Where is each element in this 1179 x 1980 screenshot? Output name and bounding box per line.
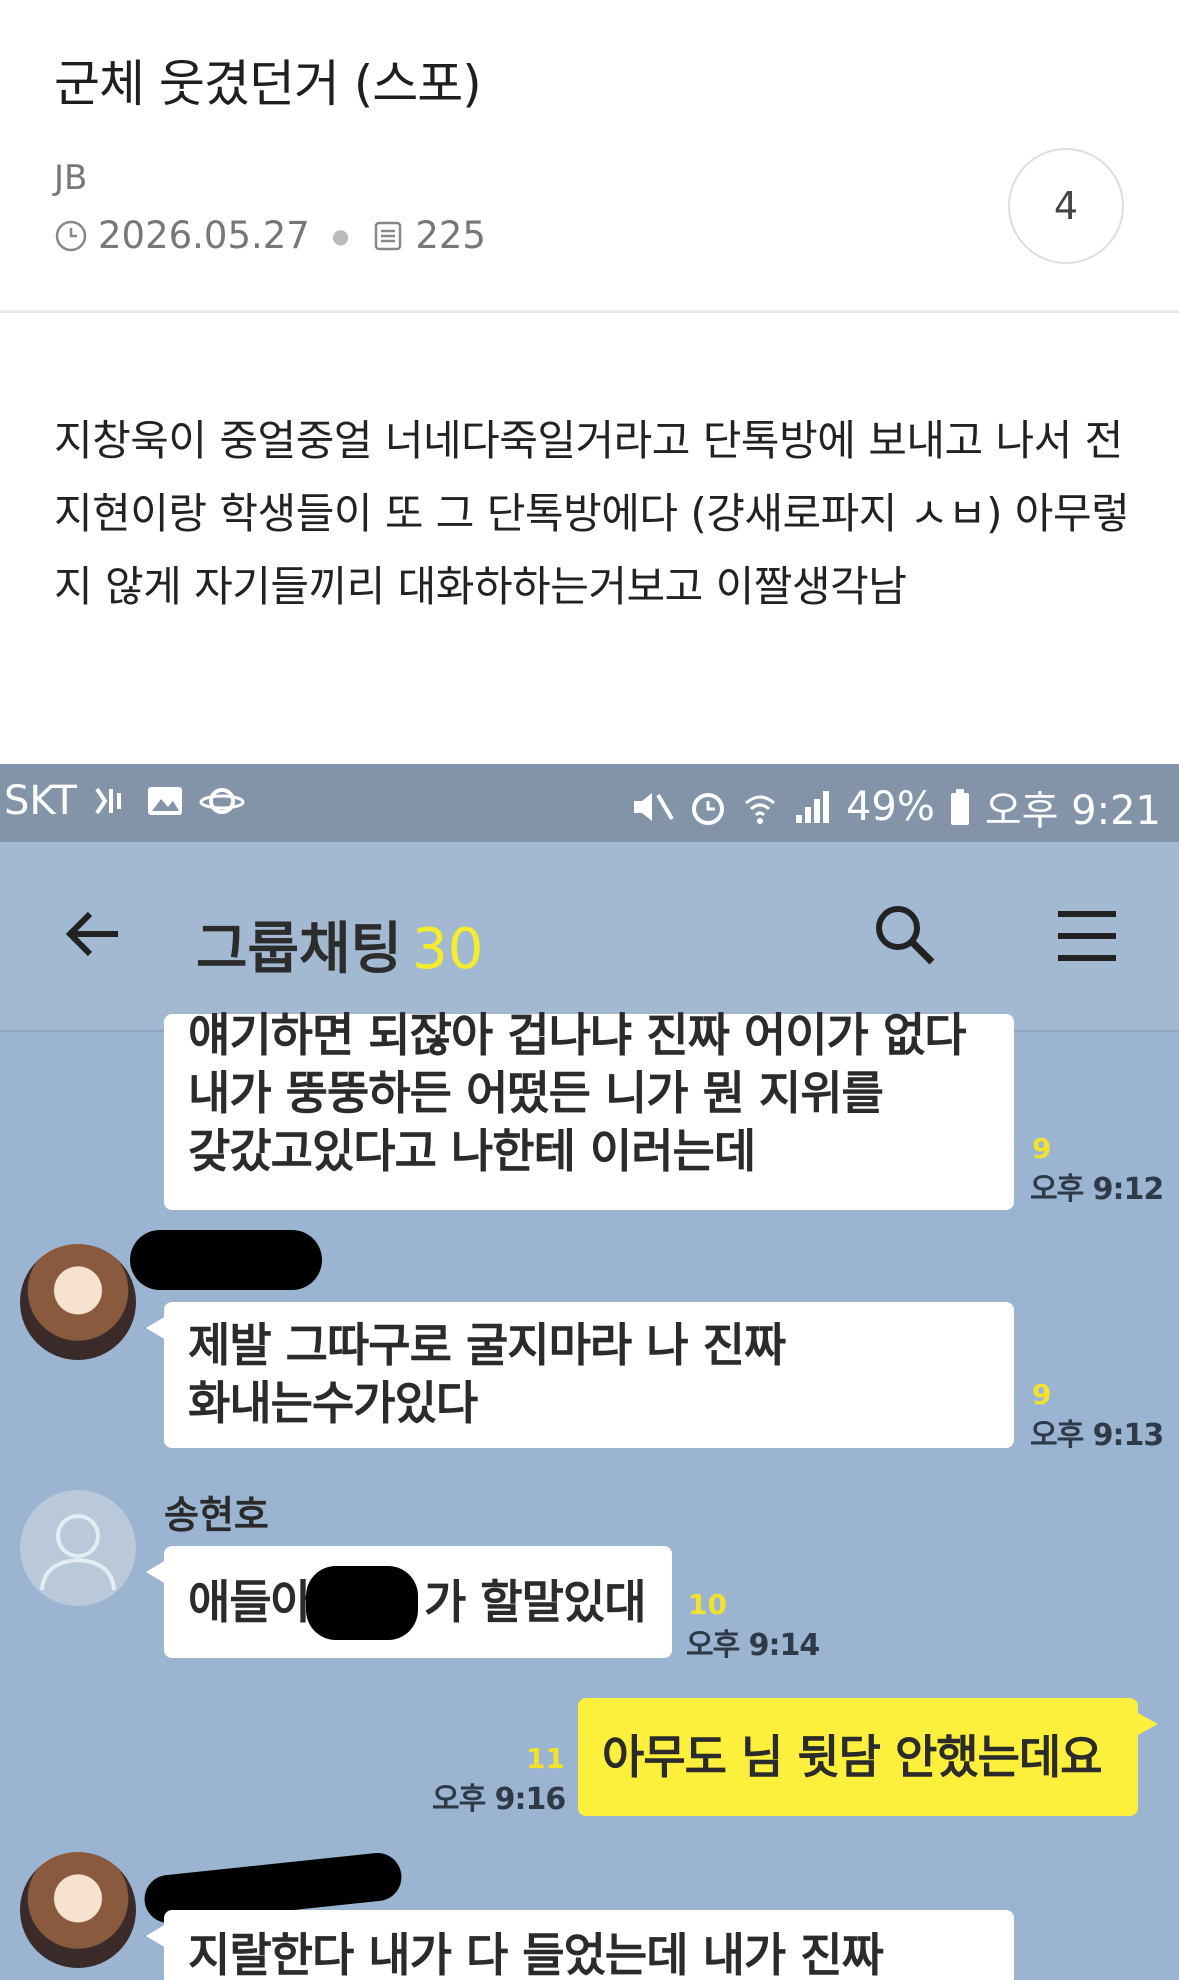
carrier-label: SKT (4, 778, 77, 824)
chat-top-bar: 그룹채팅 30 (0, 842, 1179, 1032)
meta-separator: ● (331, 223, 350, 248)
arrow-left-icon[interactable] (62, 902, 126, 966)
message-time: 오후 9:14 (686, 1628, 820, 1663)
status-clock: 오후 9:21 (984, 788, 1161, 834)
post-title: 군체 웃겼던거 (스포) (54, 55, 482, 113)
chat-member-count: 30 (412, 917, 484, 982)
chat-title: 그룹채팅 30 (196, 904, 483, 985)
person-silhouette-icon (40, 1514, 116, 1591)
alarm-icon (688, 787, 728, 827)
message-text: 아무도 님 뒷담 안했는데요 (602, 1730, 1103, 1784)
message-line: 내가 뚱뚱하든 어떴든 니가 뭔 지위를 (188, 1066, 884, 1120)
planet-icon (199, 781, 245, 821)
message-line: 갖갔고있다고 나한테 이러는데 (188, 1124, 756, 1178)
redaction-scribble (130, 1230, 322, 1290)
views-icon (371, 219, 405, 253)
message-bubble[interactable]: 애들아 가 할말있대 (146, 1546, 672, 1658)
message-time: 오후 9:13 (1030, 1418, 1164, 1453)
post-date: 2026.05.27 (98, 214, 310, 257)
redaction-scribble (306, 1566, 418, 1640)
mute-icon (630, 787, 674, 827)
sender-name: 송현호 (164, 1493, 269, 1537)
vibrate-icon (91, 781, 131, 821)
message-time: 오후 9:16 (432, 1782, 566, 1817)
unread-count: 9 (1032, 1132, 1052, 1165)
message-line: 화내는수가있다 (188, 1376, 478, 1430)
post-body: 지창욱이 중얼중얼 너네다죽일거라고 단톡방에 보내고 나서 전지현이랑 학생들… (54, 416, 1130, 611)
message-line: 얘기하면 되잖아 겁나냐 진짜 어이가 없다 (188, 1008, 967, 1062)
unread-count: 10 (688, 1588, 727, 1621)
battery-icon (949, 787, 971, 827)
chat-title-text: 그룹채팅 (196, 917, 403, 982)
gallery-icon (145, 781, 185, 821)
message-text: 가 할말있대 (423, 1575, 647, 1629)
message-text: 지랄한다 내가 다 들었는데 내가 진짜 (188, 1928, 884, 1980)
sender-avatar[interactable] (20, 1244, 136, 1360)
message-bubble[interactable]: 지랄한다 내가 다 들었는데 내가 진짜 (146, 1910, 1014, 1980)
comment-count-button[interactable]: 4 (1008, 148, 1124, 264)
phone-status-bar: SKT 49% 오후 9:21 (0, 764, 1179, 842)
message-time: 오후 9:12 (1030, 1172, 1164, 1207)
author-name[interactable]: JB (54, 158, 87, 198)
message-bubble[interactable]: 얘기하면 되잖아 겁나냐 진짜 어이가 없다 내가 뚱뚱하든 어떴든 니가 뭔 … (164, 1008, 1014, 1210)
default-avatar[interactable] (20, 1490, 136, 1606)
message-text: 애들아 (188, 1575, 313, 1629)
sender-avatar[interactable] (20, 1852, 136, 1968)
unread-count: 9 (1032, 1378, 1052, 1411)
wifi-icon (742, 787, 778, 827)
message-bubble[interactable]: 제발 그따구로 굴지마라 나 진짜 화내는수가있다 (146, 1302, 1014, 1448)
header-divider (0, 310, 1179, 313)
search-icon[interactable] (870, 900, 940, 970)
message-line: 제발 그따구로 굴지마라 나 진짜 (188, 1318, 786, 1372)
hamburger-menu-icon[interactable] (1054, 906, 1120, 966)
embedded-chat-screenshot: SKT 49% 오후 9:21 그룹채팅 30 얘기하면 되잖아 겁나냐 진짜 … (0, 764, 1179, 1980)
clock-icon (54, 219, 88, 253)
battery-percent: 49% (845, 784, 935, 830)
post-views: 225 (415, 214, 486, 257)
post-meta: 2026.05.27 ● 225 (54, 214, 486, 257)
signal-icon (792, 787, 832, 827)
my-message-bubble[interactable]: 아무도 님 뒷담 안했는데요 (578, 1698, 1158, 1816)
unread-count: 11 (526, 1742, 565, 1775)
